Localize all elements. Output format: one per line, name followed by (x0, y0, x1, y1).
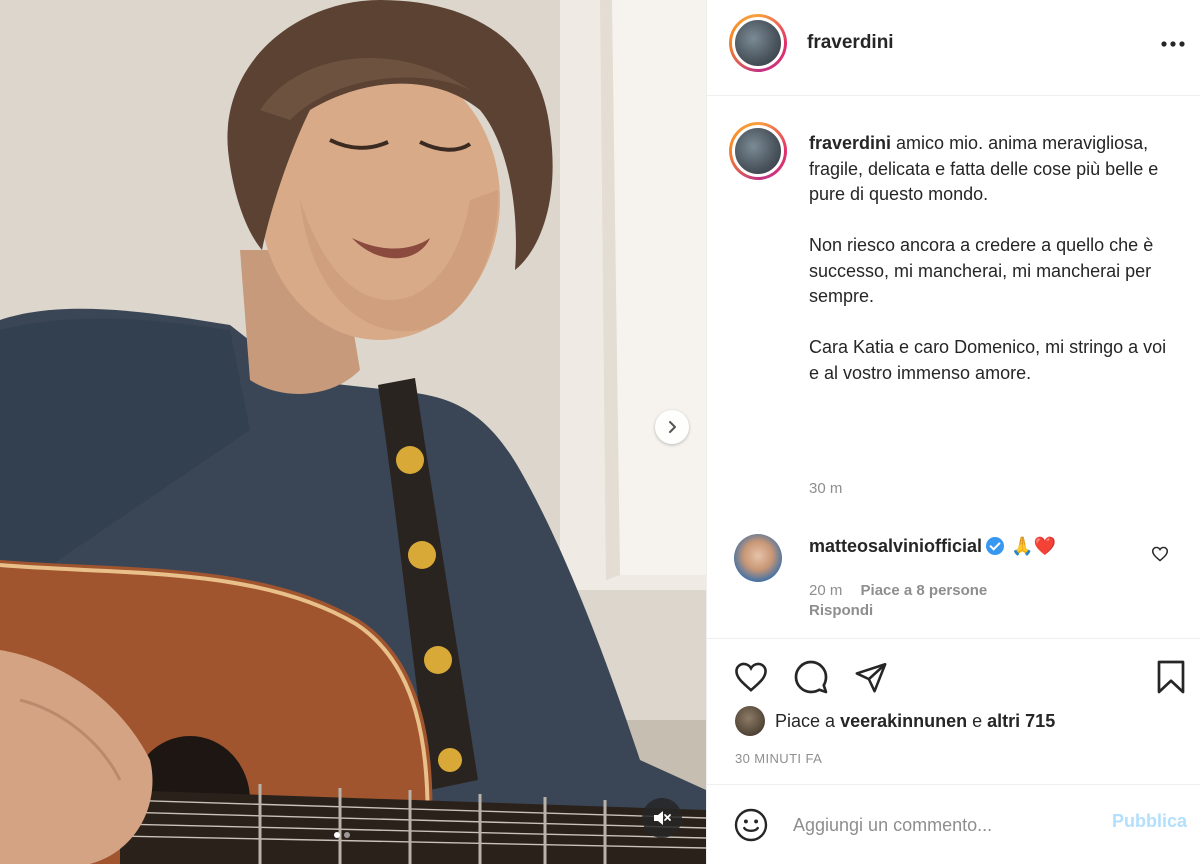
caption-username[interactable]: fraverdini (809, 133, 891, 153)
like-button[interactable] (731, 657, 771, 697)
comment-timestamp[interactable]: 20 m (809, 582, 842, 599)
likes-others-count[interactable]: altri 715 (987, 711, 1055, 732)
more-horizontal-icon (1161, 41, 1185, 47)
comment-reply-button[interactable]: Rispondi (809, 602, 873, 619)
post-timestamp: 30 MINUTI FA (735, 751, 823, 766)
comment-likes-count[interactable]: Piace a 8 persone (861, 582, 988, 599)
header-username[interactable]: fraverdini (807, 32, 894, 54)
publish-button[interactable]: Pubblica (1112, 811, 1187, 832)
post-media[interactable] (0, 0, 706, 864)
video-frame (0, 0, 706, 864)
liker-avatar (735, 706, 765, 736)
liker-username[interactable]: veerakinnunen (840, 711, 967, 732)
heart-icon (1151, 546, 1169, 562)
smiley-icon (734, 808, 768, 842)
post-header: fraverdini (707, 0, 1200, 96)
comment-button[interactable] (791, 657, 831, 697)
likes-prefix: Piace a (775, 710, 836, 731)
carousel-dot (344, 832, 350, 838)
caption-author-avatar[interactable] (729, 122, 787, 180)
comment-bubble-icon (794, 660, 828, 694)
caption-paragraph-3: Cara Katia e caro Domenico, mi stringo a… (809, 337, 1167, 383)
share-button[interactable] (851, 657, 891, 697)
mute-toggle-button[interactable] (642, 798, 682, 838)
post-details-panel: fraverdini fraverdini amico mio. anima m… (706, 0, 1200, 864)
carousel-indicator (334, 832, 350, 838)
speaker-muted-icon (654, 811, 671, 825)
commenter-avatar[interactable] (734, 534, 782, 582)
author-avatar[interactable] (729, 14, 787, 72)
carousel-next-button[interactable] (655, 410, 689, 444)
heart-icon (735, 662, 767, 692)
emoji-button[interactable] (731, 805, 771, 845)
likes-connector: e (972, 710, 983, 731)
post-action-bar (707, 638, 1200, 714)
bookmark-icon (1157, 660, 1185, 694)
commenter-username[interactable]: matteosalviniofficial (809, 536, 982, 556)
add-comment-bar: Pubblica (707, 784, 1200, 864)
paper-plane-icon (855, 662, 887, 693)
verified-badge-icon (986, 537, 1005, 555)
caption-timestamp[interactable]: 30 m (809, 480, 842, 497)
post-caption: fraverdini amico mio. anima meravigliosa… (809, 131, 1179, 412)
caption-paragraph-2: Non riesco ancora a credere a quello che… (809, 235, 1154, 306)
chevron-right-icon (669, 421, 676, 433)
comment-like-button[interactable] (1151, 546, 1169, 567)
comment-text: 🙏❤️ (1011, 536, 1056, 556)
save-button[interactable] (1151, 657, 1191, 697)
carousel-dot-active (334, 832, 340, 838)
likes-summary[interactable]: Piace a veerakinnunen e altri 715 (735, 706, 1055, 736)
more-options-button[interactable] (1159, 30, 1187, 58)
comment-input[interactable] (793, 809, 1083, 841)
